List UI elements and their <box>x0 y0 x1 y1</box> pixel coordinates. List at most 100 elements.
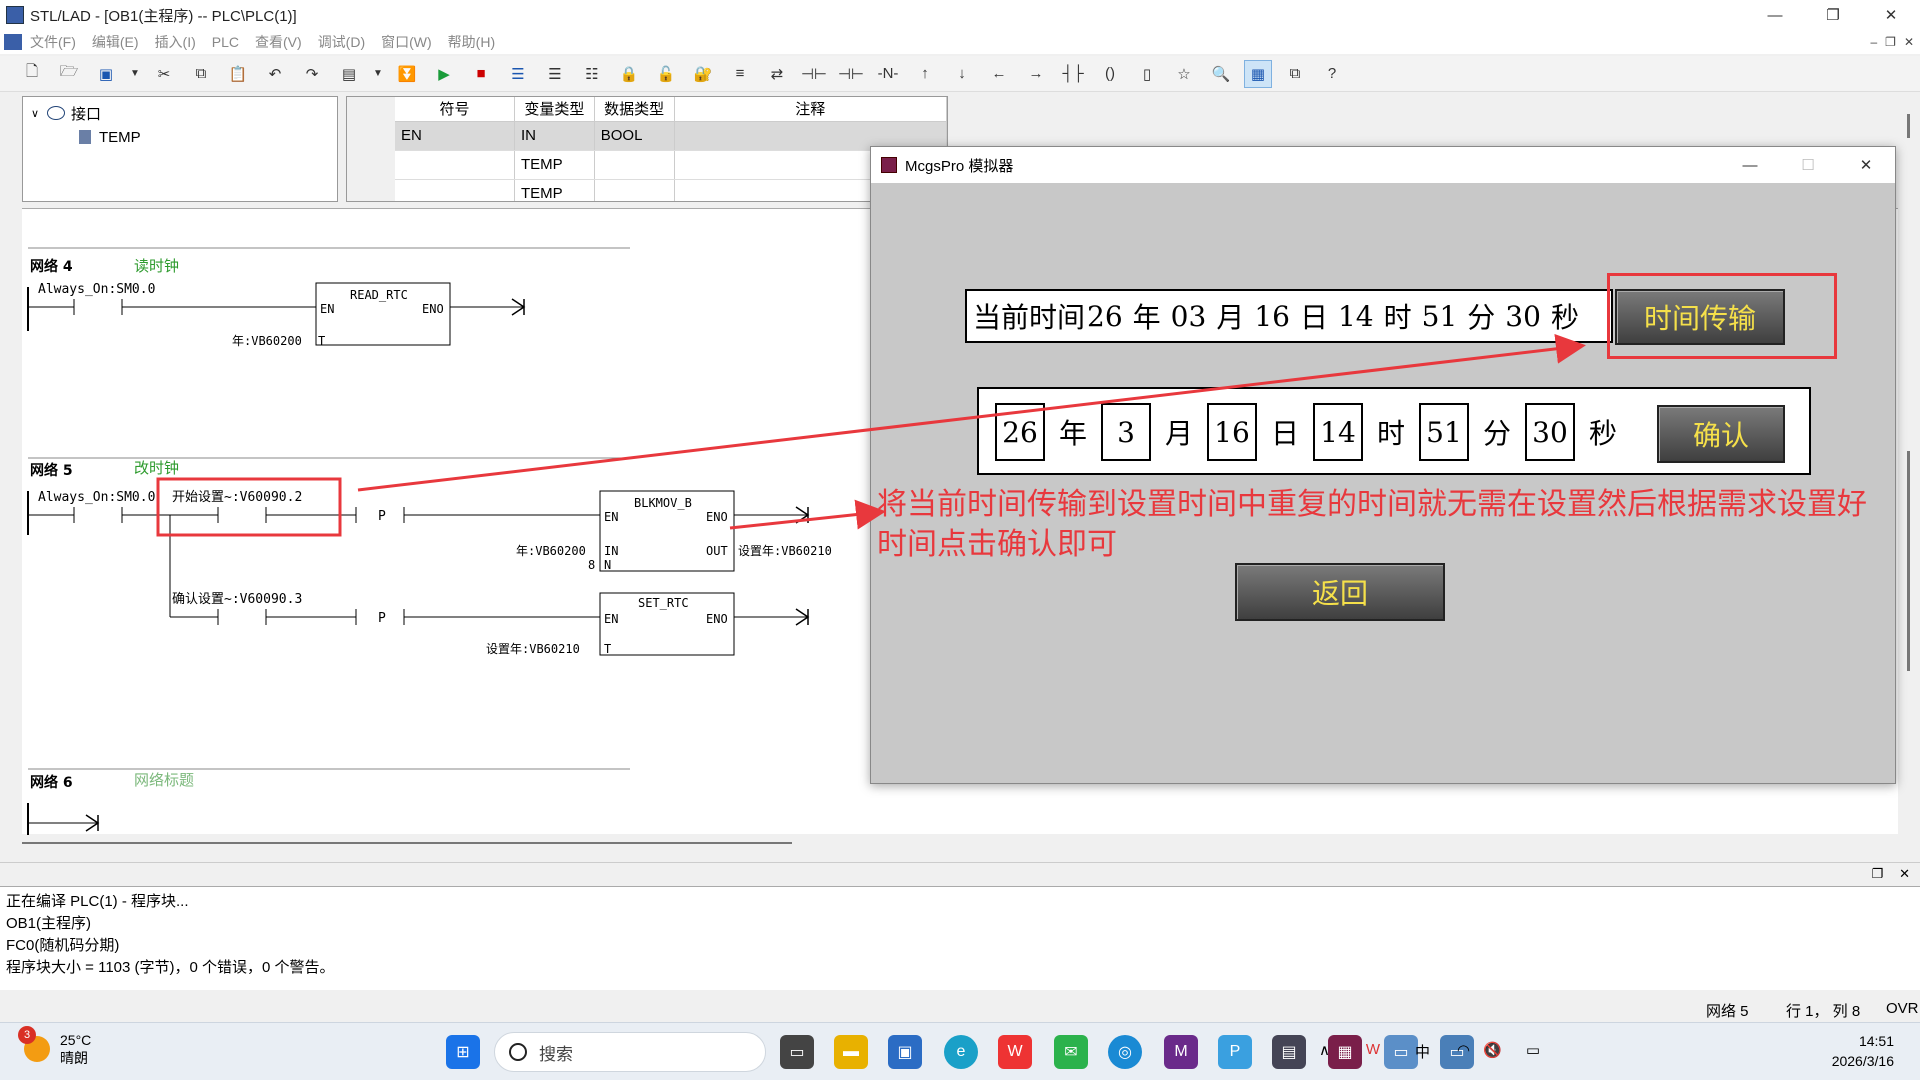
minimize-button[interactable]: — <box>1721 147 1779 183</box>
cut-icon[interactable]: ✂ <box>150 60 178 88</box>
mcgs-icon[interactable]: M <box>1164 1035 1198 1069</box>
mdi-minimize-button[interactable]: – <box>1870 35 1877 49</box>
output-restore-button[interactable]: ❐ <box>1871 866 1883 882</box>
table-cell[interactable] <box>395 150 515 180</box>
horizontal-scrollbar[interactable] <box>22 838 1898 848</box>
wechat-icon[interactable]: ✉ <box>1054 1035 1088 1069</box>
plc-software-icon[interactable]: ▤ <box>1272 1035 1306 1069</box>
lock-icon[interactable]: 🔒 <box>615 60 643 88</box>
set-hour-input[interactable]: 14 <box>1313 403 1363 461</box>
minimize-button[interactable]: — <box>1746 0 1804 30</box>
set-month-input[interactable]: 3 <box>1101 403 1151 461</box>
menu-edit[interactable]: 编辑(E) <box>92 32 139 52</box>
contact2-icon[interactable]: ⊣⊢ <box>837 60 865 88</box>
not-contact-icon[interactable]: -N- <box>874 60 902 88</box>
mdi-child-icon[interactable] <box>4 34 22 50</box>
wps-tray-icon[interactable]: W <box>1366 1041 1380 1058</box>
lock2-icon[interactable]: 🔐 <box>689 60 717 88</box>
battery-icon[interactable]: ▭ <box>1526 1041 1540 1059</box>
file-explorer-icon[interactable]: ▬ <box>834 1035 868 1069</box>
vertical-scrollbar[interactable] <box>1898 96 1920 836</box>
table-cell[interactable] <box>594 179 675 201</box>
read-rtc-box[interactable]: READ_RTC <box>350 288 408 302</box>
maximize-button[interactable]: ☐ <box>1779 147 1837 183</box>
rise-icon[interactable]: ↑ <box>911 60 939 88</box>
menu-help[interactable]: 帮助(H) <box>448 32 495 52</box>
network-delete-icon[interactable]: ☰ <box>541 60 569 88</box>
menu-window[interactable]: 窗口(W) <box>381 32 432 52</box>
table-row[interactable]: TEMP <box>395 150 947 180</box>
run-icon[interactable]: ▶ <box>430 60 458 88</box>
set-day-input[interactable]: 16 <box>1207 403 1257 461</box>
stop-icon[interactable]: ■ <box>467 60 495 88</box>
unlock-icon[interactable]: 🔓 <box>652 60 680 88</box>
start-icon[interactable]: ⊞ <box>446 1035 480 1069</box>
browser-icon[interactable]: ◎ <box>1108 1035 1142 1069</box>
new-icon[interactable]: 🗋 <box>18 60 46 88</box>
open-icon[interactable]: 🗁 <box>55 60 83 88</box>
confirm-button[interactable]: 确认 <box>1657 405 1785 463</box>
close-button[interactable]: ✕ <box>1862 0 1920 30</box>
right-icon[interactable]: → <box>1022 60 1050 88</box>
compare-icon[interactable]: ⇄ <box>763 60 791 88</box>
paste-icon[interactable]: 📋 <box>224 60 252 88</box>
table-cell[interactable]: BOOL <box>594 121 675 151</box>
back-button[interactable]: 返回 <box>1235 563 1445 621</box>
simulator-app-icon[interactable]: ▦ <box>1328 1035 1362 1069</box>
help-icon[interactable]: ? <box>1318 60 1346 88</box>
network-icon[interactable]: ☷ <box>578 60 606 88</box>
dropdown-icon[interactable]: ▼ <box>372 60 384 88</box>
tree-item-interface[interactable]: ∨ 接口 <box>31 101 329 125</box>
task-view-icon[interactable]: ▭ <box>780 1035 814 1069</box>
contact-icon[interactable]: ⊣⊢ <box>800 60 828 88</box>
table-cell[interactable] <box>594 150 675 180</box>
star-icon[interactable]: ☆ <box>1170 60 1198 88</box>
menu-insert[interactable]: 插入(I) <box>155 32 196 52</box>
coil-icon[interactable]: () <box>1096 60 1124 88</box>
copy-icon[interactable]: ⧉ <box>187 60 215 88</box>
download-icon[interactable]: ⏬ <box>393 60 421 88</box>
volume-mute-icon[interactable]: 🔇 <box>1483 1041 1502 1059</box>
tree-item-temp[interactable]: TEMP <box>31 125 329 149</box>
menu-debug[interactable]: 调试(D) <box>318 32 365 52</box>
chevron-down-icon[interactable]: ∨ <box>31 107 47 120</box>
chevron-up-icon[interactable]: ∧ <box>1319 1041 1330 1059</box>
close-button[interactable]: ✕ <box>1837 147 1895 183</box>
output-close-button[interactable]: ✕ <box>1899 866 1910 882</box>
maximize-button[interactable]: ❐ <box>1804 0 1862 30</box>
ime-indicator[interactable]: 中 <box>1415 1041 1430 1062</box>
dropdown-icon[interactable]: ▼ <box>129 60 141 88</box>
app-icon[interactable]: ▭ <box>1384 1035 1418 1069</box>
edge-icon[interactable]: e <box>944 1035 978 1069</box>
fall-icon[interactable]: ↓ <box>948 60 976 88</box>
menu-view[interactable]: 查看(V) <box>255 32 302 52</box>
redo-icon[interactable]: ↷ <box>298 60 326 88</box>
table-row[interactable]: TEMP <box>395 179 947 201</box>
parallel-icon[interactable]: ┤├ <box>1059 60 1087 88</box>
menu-file[interactable]: 文件(F) <box>30 32 76 52</box>
menu-plc[interactable]: PLC <box>212 34 239 50</box>
paint-icon[interactable]: P <box>1218 1035 1252 1069</box>
wifi-icon[interactable]: ◠ <box>1457 1041 1470 1059</box>
weather-widget[interactable]: 3 25°C 晴朗 <box>18 1026 91 1067</box>
list-icon[interactable]: ≡ <box>726 60 754 88</box>
table-row[interactable]: EN IN BOOL <box>395 121 947 151</box>
set-year-input[interactable]: 26 <box>995 403 1045 461</box>
table-cell[interactable] <box>395 179 515 201</box>
zoom-icon[interactable]: 🔍 <box>1207 60 1235 88</box>
table-cell[interactable]: EN <box>395 121 515 151</box>
table-cell[interactable]: TEMP <box>514 179 595 201</box>
compile-icon[interactable]: ▤ <box>335 60 363 88</box>
set-second-input[interactable]: 30 <box>1525 403 1575 461</box>
table-cell[interactable]: TEMP <box>514 150 595 180</box>
undo-icon[interactable]: ↶ <box>261 60 289 88</box>
mdi-restore-button[interactable]: ❐ <box>1885 35 1896 49</box>
save-icon[interactable]: ▣ <box>92 60 120 88</box>
network-insert-icon[interactable]: ☰ <box>504 60 532 88</box>
search-input[interactable]: 搜索 <box>494 1032 766 1072</box>
blkmov-box[interactable]: BLKMOV_B <box>634 496 692 510</box>
set-minute-input[interactable]: 51 <box>1419 403 1469 461</box>
left-icon[interactable]: ← <box>985 60 1013 88</box>
clock[interactable]: 14:51 2026/3/16 <box>1832 1031 1894 1071</box>
mdi-close-button[interactable]: ✕ <box>1904 35 1914 49</box>
